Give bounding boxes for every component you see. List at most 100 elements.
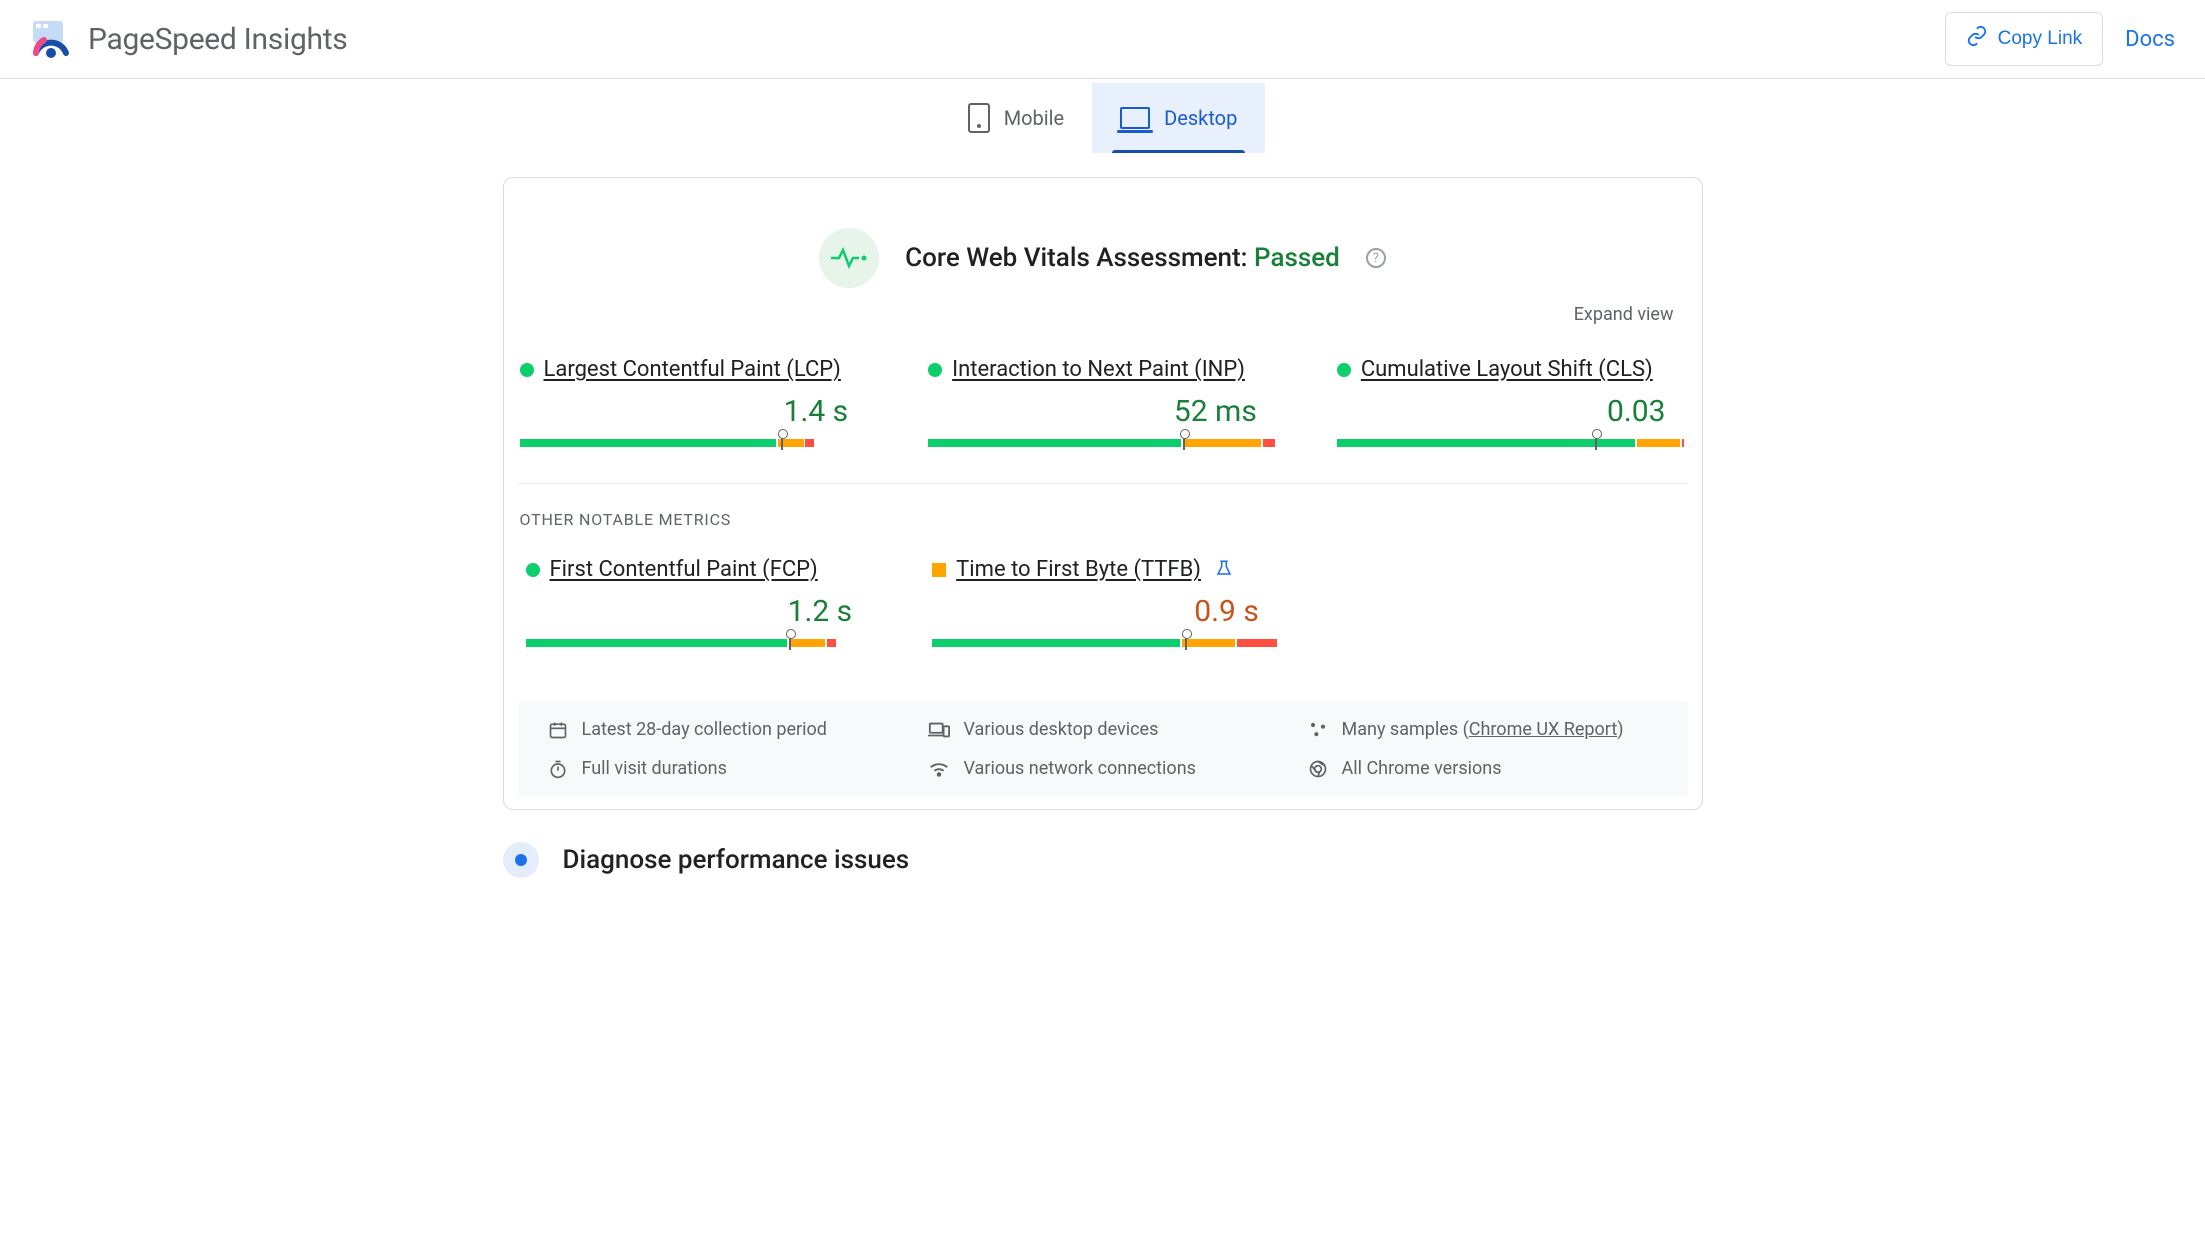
bar-seg-red <box>1237 639 1277 647</box>
bar-marker <box>1185 635 1187 650</box>
tab-desktop[interactable]: Desktop <box>1092 83 1265 153</box>
other-metrics-label: OTHER NOTABLE METRICS <box>510 484 1696 533</box>
metric-name-link[interactable]: First Contentful Paint (FCP) <box>550 557 818 582</box>
bar-marker <box>1595 435 1597 450</box>
metric-head: Cumulative Layout Shift (CLS) <box>1337 357 1686 382</box>
chrome-icon <box>1308 759 1328 779</box>
mobile-icon <box>968 103 990 133</box>
status-dot-green <box>1337 363 1351 377</box>
bar-seg-red <box>805 439 814 447</box>
info-versions-text: All Chrome versions <box>1342 758 1502 779</box>
metric-head: Interaction to Next Paint (INP) <box>928 357 1277 382</box>
metric: Time to First Byte (TTFB) 0.9 s <box>932 557 1279 647</box>
info-versions: All Chrome versions <box>1308 758 1658 779</box>
bar-marker <box>781 435 783 450</box>
link-icon <box>1966 25 1988 53</box>
distribution-bar <box>928 439 1277 447</box>
metric-value: 0.03 <box>1337 394 1666 429</box>
info-period: Latest 28-day collection period <box>548 719 898 740</box>
copy-link-button[interactable]: Copy Link <box>1945 12 2104 66</box>
status-dot-green <box>520 363 534 377</box>
pulse-icon <box>819 228 879 288</box>
metric-name-link[interactable]: Interaction to Next Paint (INP) <box>952 357 1245 382</box>
assessment-text: Core Web Vitals Assessment: Passed <box>905 243 1340 273</box>
diagnose-title: Diagnose performance issues <box>563 845 910 875</box>
bar-seg-red <box>1682 439 1684 447</box>
assessment-prefix: Core Web Vitals Assessment: <box>905 243 1254 273</box>
metric: Cumulative Layout Shift (CLS) 0.03 <box>1337 357 1686 447</box>
scatter-icon <box>1308 720 1328 740</box>
info-footer: Latest 28-day collection period Various … <box>518 701 1688 797</box>
info-samples-text: Many samples (Chrome UX Report) <box>1342 719 1624 740</box>
bar-seg-green <box>520 439 776 447</box>
docs-link[interactable]: Docs <box>2125 27 2175 52</box>
metric-value: 52 ms <box>928 394 1257 429</box>
calendar-icon <box>548 720 568 740</box>
top-actions: Copy Link Docs <box>1945 12 2175 66</box>
metric-head: First Contentful Paint (FCP) <box>526 557 873 582</box>
bar-seg-orange <box>1182 639 1236 647</box>
info-network: Various network connections <box>928 758 1278 779</box>
metric-placeholder <box>1339 557 1686 647</box>
wifi-icon <box>928 759 950 779</box>
info-samples: Many samples (Chrome UX Report) <box>1308 719 1658 740</box>
metric-name-link[interactable]: Largest Contentful Paint (LCP) <box>544 357 841 382</box>
metric-value: 1.4 s <box>520 394 849 429</box>
beaker-icon <box>1215 558 1233 582</box>
info-devices: Various desktop devices <box>928 719 1278 740</box>
bar-seg-green <box>1337 439 1635 447</box>
app-title: PageSpeed Insights <box>88 22 347 57</box>
tab-mobile[interactable]: Mobile <box>940 83 1092 153</box>
metric-value: 0.9 s <box>932 594 1259 629</box>
diagnose-icon <box>503 842 539 878</box>
metric-value: 1.2 s <box>526 594 853 629</box>
distribution-bar <box>932 639 1279 647</box>
bar-seg-green <box>526 639 788 647</box>
stopwatch-icon <box>548 759 568 779</box>
status-dot-green <box>526 563 540 577</box>
assessment-row: Core Web Vitals Assessment: Passed ? <box>510 228 1696 288</box>
crux-link[interactable]: Chrome UX Report <box>1469 719 1617 740</box>
top-bar: PageSpeed Insights Copy Link Docs <box>0 0 2205 79</box>
info-durations-text: Full visit durations <box>582 758 727 779</box>
psi-logo-icon <box>30 19 70 59</box>
distribution-bar <box>526 639 873 647</box>
info-durations: Full visit durations <box>548 758 898 779</box>
metric-name-link[interactable]: Time to First Byte (TTFB) <box>956 557 1201 582</box>
metric: First Contentful Paint (FCP) 1.2 s <box>526 557 873 647</box>
info-network-text: Various network connections <box>964 758 1196 779</box>
status-dot-green <box>928 363 942 377</box>
primary-metrics-row: Largest Contentful Paint (LCP) 1.4 s Inter… <box>510 333 1696 483</box>
bar-seg-orange <box>1183 439 1261 447</box>
help-icon[interactable]: ? <box>1366 248 1386 268</box>
bar-seg-red <box>827 639 836 647</box>
bar-marker <box>1183 435 1185 450</box>
status-square-orange <box>932 563 946 577</box>
bar-seg-green <box>928 439 1181 447</box>
info-period-text: Latest 28-day collection period <box>582 719 827 740</box>
tab-desktop-label: Desktop <box>1164 106 1237 130</box>
brand: PageSpeed Insights <box>30 19 347 59</box>
copy-link-label: Copy Link <box>1998 28 2083 50</box>
tab-mobile-label: Mobile <box>1004 106 1064 130</box>
distribution-bar <box>1337 439 1686 447</box>
device-tabs: Mobile Desktop <box>0 83 2205 153</box>
info-devices-text: Various desktop devices <box>964 719 1159 740</box>
distribution-bar <box>520 439 869 447</box>
devices-icon <box>928 720 950 740</box>
diagnose-section: Diagnose performance issues <box>503 832 1703 888</box>
bar-seg-orange <box>789 639 825 647</box>
metric-head: Time to First Byte (TTFB) <box>932 557 1279 582</box>
expand-view-button[interactable]: Expand view <box>510 288 1696 333</box>
bar-seg-orange <box>1637 439 1681 447</box>
metric-head: Largest Contentful Paint (LCP) <box>520 357 869 382</box>
cwv-card: Core Web Vitals Assessment: Passed ? Exp… <box>503 177 1703 810</box>
assessment-status: Passed <box>1254 243 1340 273</box>
metric-name-link[interactable]: Cumulative Layout Shift (CLS) <box>1361 357 1653 382</box>
bar-seg-green <box>932 639 1180 647</box>
other-metrics-row: First Contentful Paint (FCP) 1.2 s Time to… <box>510 533 1696 683</box>
metric: Largest Contentful Paint (LCP) 1.4 s <box>520 357 869 447</box>
bar-marker <box>789 635 791 650</box>
bar-seg-red <box>1263 439 1275 447</box>
desktop-icon <box>1120 107 1150 129</box>
